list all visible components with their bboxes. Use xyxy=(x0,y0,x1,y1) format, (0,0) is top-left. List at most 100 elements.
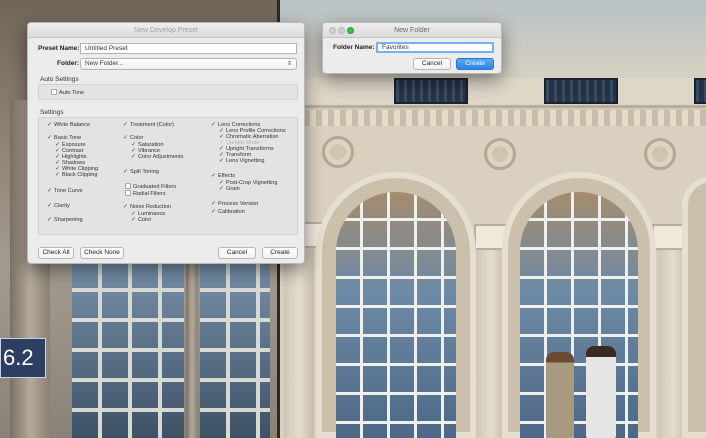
white-balance-checkbox[interactable]: ✓ White Balance xyxy=(47,122,90,129)
checkmark-icon: ✓ xyxy=(123,169,129,175)
checkbox-box xyxy=(125,190,131,196)
auto-tone-label: Auto Tone xyxy=(59,90,85,96)
color-checkbox[interactable]: ✓ Color xyxy=(123,135,143,142)
photo-bride xyxy=(586,346,616,438)
radial-filters-checkbox[interactable]: Radial Filters xyxy=(125,190,166,198)
check-all-button[interactable]: Check All xyxy=(38,247,74,259)
black-clipping-checkbox[interactable]: ✓ Black Clipping xyxy=(55,172,97,179)
checkmark-icon: ✓ xyxy=(47,203,53,209)
checkmark-icon: ✓ xyxy=(211,173,217,179)
zoom-window-icon[interactable] xyxy=(347,27,354,34)
checkmark-icon: ✓ xyxy=(219,186,225,192)
photo-cornice xyxy=(280,78,706,108)
lens-vignetting-checkbox[interactable]: ✓ Lens Vignetting xyxy=(219,158,264,165)
auto-settings-box: Auto Tone xyxy=(38,84,298,100)
minimize-window-icon[interactable] xyxy=(338,27,345,34)
checkmark-icon: ✓ xyxy=(131,217,137,223)
check-label: Calibration xyxy=(218,209,245,215)
develop-cancel-button[interactable]: Cancel xyxy=(218,247,256,259)
checkmark-icon: ✓ xyxy=(47,217,53,223)
check-label: Noise Reduction xyxy=(130,204,172,210)
auto-settings-title: Auto Settings xyxy=(40,76,79,83)
checkbox-box xyxy=(51,89,57,95)
auto-tone-checkbox[interactable]: Auto Tone xyxy=(51,89,84,97)
left-photo-window-2 xyxy=(200,262,270,438)
noise-color-checkbox[interactable]: ✓ Color xyxy=(131,217,151,224)
folder-label: Folder: xyxy=(57,60,80,67)
new-develop-preset-dialog: New Develop Preset Preset Name: Untitled… xyxy=(27,22,305,264)
check-label: Effects xyxy=(218,173,235,179)
photo-medallion-1 xyxy=(322,136,354,168)
folder-cancel-button[interactable]: Cancel xyxy=(413,58,451,70)
checkmark-icon: ✓ xyxy=(47,188,53,194)
check-label: Black Clipping xyxy=(62,172,98,178)
check-label: Grain xyxy=(226,186,240,192)
check-label: Color Adjustments xyxy=(138,154,184,160)
checkmark-icon: ✓ xyxy=(123,135,129,141)
check-label: Split Toning xyxy=(130,169,159,175)
basic-tone-checkbox[interactable]: ✓ Basic Tone xyxy=(47,135,81,142)
check-label: Tone Curve xyxy=(54,188,83,194)
effects-checkbox[interactable]: ✓ Effects xyxy=(211,173,235,180)
folder-select-value: New Folder... xyxy=(85,60,124,67)
settings-box: ✓ White Balance ✓ Basic Tone ✓ Exposure ✓ Co… xyxy=(38,117,298,235)
check-label: Clarity xyxy=(54,203,70,209)
photo-window-left xyxy=(336,192,456,438)
check-label: Color xyxy=(138,217,152,223)
select-chevron-icon: ⇕ xyxy=(286,61,292,67)
check-label: Color xyxy=(130,135,144,141)
preset-name-label: Preset Name: xyxy=(38,45,80,52)
figure-label: 6.2 xyxy=(0,338,46,378)
photo-window-right xyxy=(520,192,638,438)
checkmark-icon: ✓ xyxy=(123,204,129,210)
photo-balcony-left xyxy=(394,78,468,104)
develop-create-button[interactable]: Create xyxy=(262,247,298,259)
folder-name-label: Folder Name: xyxy=(333,44,375,51)
check-label: Radial Filters xyxy=(133,191,166,197)
left-photo-column-2 xyxy=(186,262,198,438)
checkmark-icon: ✓ xyxy=(211,201,217,207)
checkmark-icon: ✓ xyxy=(211,209,217,215)
folder-dialog-titlebar: New Folder xyxy=(323,23,501,38)
calibration-checkbox[interactable]: ✓ Calibration xyxy=(211,209,245,216)
sharpening-checkbox[interactable]: ✓ Sharpening xyxy=(47,217,83,224)
check-label: White Balance xyxy=(54,122,91,128)
checkmark-icon: ✓ xyxy=(211,122,217,128)
check-label: Lens Vignetting xyxy=(226,158,265,164)
settings-title: Settings xyxy=(40,109,64,116)
folder-dialog-title: New Folder xyxy=(394,27,430,34)
photo-balcony-edge xyxy=(694,78,706,104)
checkmark-icon: ✓ xyxy=(47,122,53,128)
check-label: Process Version xyxy=(218,201,259,207)
photo-frieze xyxy=(280,110,706,126)
folder-select[interactable]: New Folder... ⇕ xyxy=(80,58,297,70)
noise-reduction-checkbox[interactable]: ✓ Noise Reduction xyxy=(123,204,171,211)
check-none-button[interactable]: Check None xyxy=(80,247,124,259)
color-adjustments-checkbox[interactable]: ✓ Color Adjustments xyxy=(131,154,183,161)
checkmark-icon: ✓ xyxy=(47,135,53,141)
checkbox-box xyxy=(125,183,131,189)
folder-create-button[interactable]: Create xyxy=(456,58,494,70)
check-label: Treatment (Color) xyxy=(130,122,174,128)
clarity-checkbox[interactable]: ✓ Clarity xyxy=(47,203,70,210)
treatment-checkbox[interactable]: ✓ Treatment (Color) xyxy=(123,122,174,129)
left-photo-window xyxy=(72,262,184,438)
photo-medallion-3 xyxy=(644,138,676,170)
process-version-checkbox[interactable]: ✓ Process Version xyxy=(211,201,258,208)
folder-name-input[interactable]: Favorites xyxy=(376,42,494,53)
check-label: Sharpening xyxy=(54,217,83,223)
photo-groom xyxy=(546,352,574,438)
tone-curve-checkbox[interactable]: ✓ Tone Curve xyxy=(47,188,83,195)
checkmark-icon: ✓ xyxy=(123,122,129,128)
preset-name-input[interactable]: Untitled Preset xyxy=(80,43,297,54)
photo-arch-edge xyxy=(682,176,706,438)
checkmark-icon: ✓ xyxy=(131,154,137,160)
grain-checkbox[interactable]: ✓ Grain xyxy=(219,186,240,193)
photo-capital-3 xyxy=(652,224,686,250)
new-folder-dialog: New Folder Folder Name: Favorites Cancel… xyxy=(322,22,502,74)
develop-dialog-titlebar: New Develop Preset xyxy=(28,23,304,38)
checkmark-icon: ✓ xyxy=(55,172,61,178)
split-toning-checkbox[interactable]: ✓ Split Toning xyxy=(123,169,159,176)
close-window-icon[interactable] xyxy=(329,27,336,34)
check-label: Basic Tone xyxy=(54,135,82,141)
